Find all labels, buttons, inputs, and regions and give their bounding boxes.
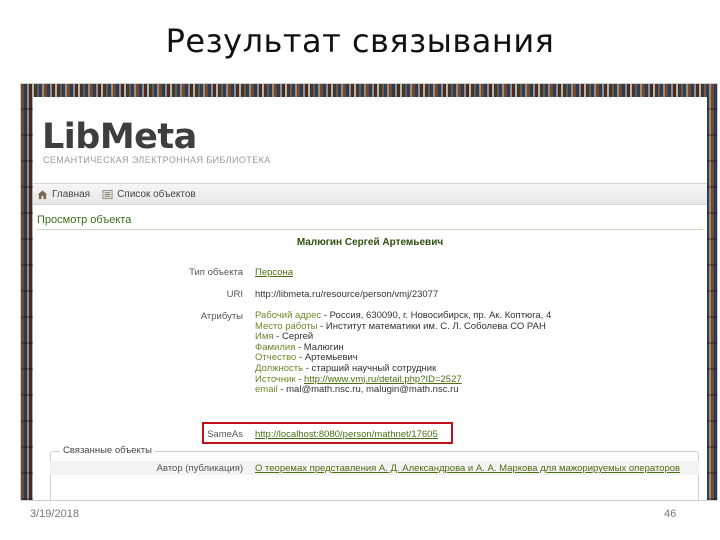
nav-object-list-label: Список объектов	[117, 188, 196, 200]
attribute-value: - Малюгин	[295, 341, 344, 353]
attribute-key[interactable]: email	[255, 384, 278, 395]
attribute-value: - Сергей	[273, 331, 314, 343]
attribute-value: - Институт математики им. С. Л. Соболева…	[317, 320, 546, 332]
nav-bar: Главная Список объектов	[33, 183, 707, 205]
type-value: Персона	[255, 267, 293, 278]
type-link[interactable]: Персона	[255, 267, 293, 278]
site-subtitle: СЕМАНТИЧЕСКАЯ ЭЛЕКТРОННАЯ БИБЛИОТЕКА	[43, 155, 271, 165]
person-name: Малюгин Сергей Артемьевич	[296, 237, 444, 248]
slide-title: Результат связывания	[165, 22, 555, 60]
nav-home[interactable]: Главная	[37, 189, 90, 200]
attribute-key[interactable]: Рабочий адрес	[255, 310, 321, 321]
linked-row-label: Автор (публикация)	[156, 463, 243, 474]
section-divider	[37, 229, 703, 230]
attribute-key[interactable]: Фамилия	[255, 342, 295, 353]
linked-objects-fieldset	[50, 451, 699, 500]
nav-object-list[interactable]: Список объектов	[102, 189, 196, 200]
attribute-key[interactable]: Источник	[255, 374, 296, 385]
attribute-value: - Артемьевич	[296, 352, 358, 364]
section-title: Просмотр объекта	[37, 214, 132, 226]
home-icon	[37, 189, 48, 199]
linked-row-value: О теоремах представления А. Д. Александр…	[255, 463, 680, 474]
site-logo[interactable]: LibMeta	[42, 117, 197, 157]
sameas-highlight-box	[202, 422, 453, 444]
attribute-line: email - mal@math.nsc.ru, malugin@math.ns…	[255, 384, 459, 396]
nav-home-label: Главная	[52, 188, 91, 200]
uri-label: URI	[226, 289, 243, 300]
type-label: Тип объекта	[189, 267, 243, 278]
attributes-label: Атрибуты	[200, 311, 243, 322]
website-screenshot: LibMeta СЕМАНТИЧЕСКАЯ ЭЛЕКТРОННАЯ БИБЛИО…	[20, 83, 718, 501]
attribute-value: - mal@math.nsc.ru, malugin@math.nsc.ru	[277, 384, 459, 396]
uri-value: http://libmeta.ru/resource/person/vmj/23…	[255, 289, 439, 300]
attribute-key[interactable]: Место работы	[255, 321, 317, 332]
slide-page-number: 46	[664, 508, 677, 520]
attribute-key[interactable]: Имя	[255, 331, 274, 342]
libmeta-page: LibMeta СЕМАНТИЧЕСКАЯ ЭЛЕКТРОННАЯ БИБЛИО…	[33, 97, 707, 500]
list-icon	[102, 189, 113, 199]
linked-objects-legend: Связанные объекты	[60, 445, 155, 456]
attribute-link[interactable]: http://www.vmj.ru/detail.php?ID=2527	[304, 374, 462, 385]
attribute-value: - старший научный сотрудник	[303, 363, 437, 374]
attribute-value: - Россия, 630090, г. Новосибирск, пр. Ак…	[321, 310, 552, 321]
attribute-key[interactable]: Отчество	[255, 352, 296, 364]
linked-row-link[interactable]: О теоремах представления А. Д. Александр…	[255, 463, 680, 474]
attribute-key[interactable]: Должность	[255, 363, 303, 374]
slide-date: 3/19/2018	[30, 508, 79, 520]
